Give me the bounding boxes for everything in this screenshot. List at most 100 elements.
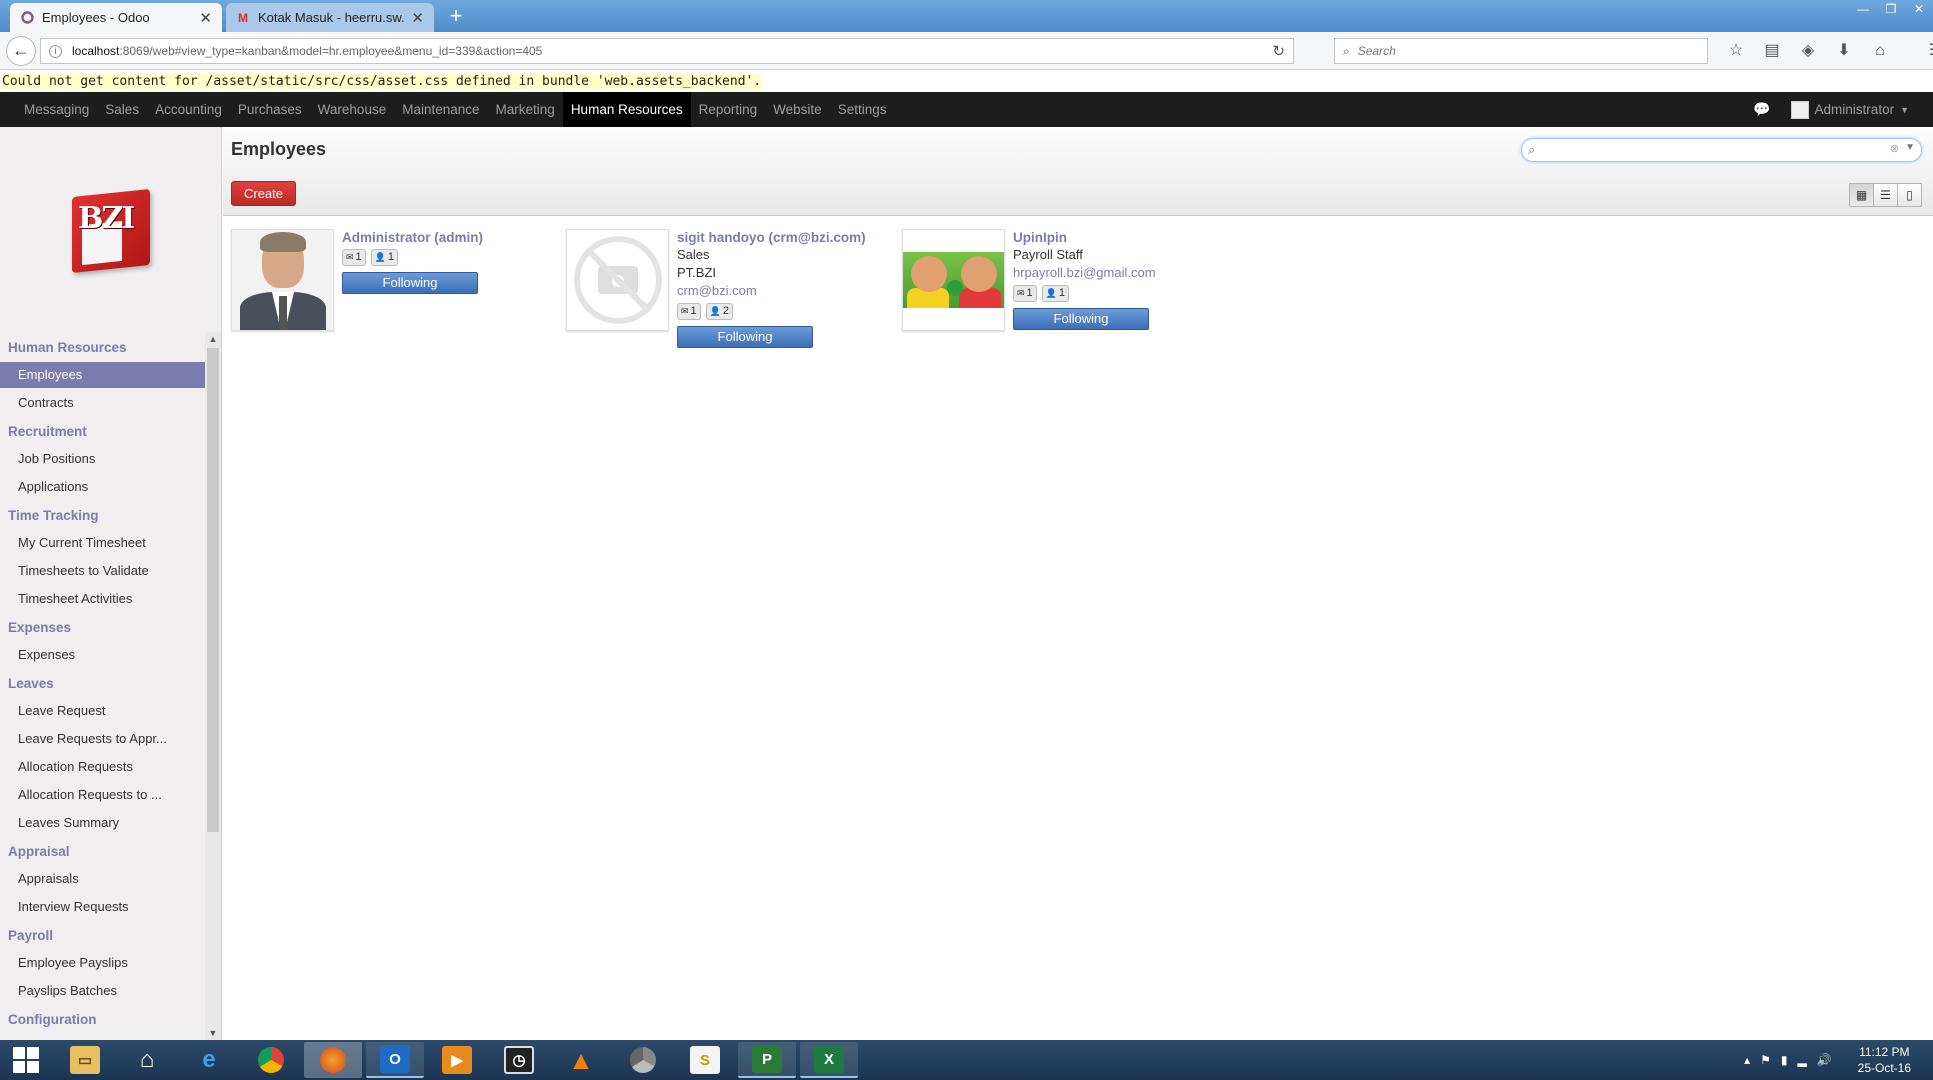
close-icon[interactable]: ✕	[199, 9, 212, 27]
close-icon[interactable]: ✕	[411, 9, 424, 27]
windows-start-button[interactable]	[6, 1046, 46, 1074]
logo-text: BZI	[78, 201, 135, 236]
sidebar-item-allocation-requests-to-approve[interactable]: Allocation Requests to ...	[0, 782, 205, 808]
employee-email[interactable]: crm@bzi.com	[677, 282, 892, 300]
search-box[interactable]: ⌕ ⊗ ▼	[1521, 138, 1922, 162]
menu-human-resources[interactable]: Human Resources	[562, 92, 691, 127]
menu-sales[interactable]: Sales	[97, 92, 147, 127]
sidebar-scrollbar[interactable]: ▲ ▼	[205, 332, 221, 1040]
excel-icon[interactable]: X	[800, 1042, 858, 1078]
employee-name[interactable]: Administrator (admin)	[342, 229, 557, 246]
employee-photo[interactable]	[902, 229, 1005, 331]
sidebar-item-contracts[interactable]: Contracts	[0, 390, 205, 416]
list-view-icon[interactable]: ☰	[1873, 183, 1898, 207]
tab-employees-odoo[interactable]: Employees - Odoo ✕	[10, 3, 222, 32]
employee-card[interactable]: Administrator (admin) ✉ 1 👤 1 Following	[223, 227, 559, 357]
sidebar-item-timesheets-to-validate[interactable]: Timesheets to Validate	[0, 558, 205, 584]
menu-accounting[interactable]: Accounting	[147, 92, 230, 127]
employee-email[interactable]: hrpayroll.bzi@gmail.com	[1013, 264, 1228, 282]
bookmark-star-icon[interactable]: ☆	[1718, 38, 1754, 64]
search-options-dropdown-icon[interactable]: ▼	[1905, 142, 1915, 153]
browser-search-field[interactable]: ⌕ Search	[1334, 38, 1708, 64]
employee-card[interactable]: sigit handoyo (crm@bzi.com) Sales PT.BZI…	[558, 227, 894, 357]
kanban-view-icon[interactable]: ▦	[1849, 183, 1874, 207]
menu-maintenance[interactable]: Maintenance	[394, 92, 487, 127]
menu-warehouse[interactable]: Warehouse	[310, 92, 395, 127]
menu-website[interactable]: Website	[765, 92, 830, 127]
project-icon[interactable]: P	[738, 1042, 796, 1078]
employee-photo[interactable]	[566, 229, 669, 331]
sidebar-item-my-current-timesheet[interactable]: My Current Timesheet	[0, 530, 205, 556]
sidebar-item-leave-request[interactable]: Leave Request	[0, 698, 205, 724]
employee-info: Administrator (admin) ✉ 1 👤 1 Following	[342, 229, 557, 294]
reload-icon[interactable]: ↻	[1272, 42, 1285, 60]
menu-messaging[interactable]: Messaging	[16, 92, 97, 127]
address-bar[interactable]: i localhost:8069/web#view_type=kanban&mo…	[40, 38, 1294, 64]
back-button[interactable]: ←	[6, 36, 36, 66]
pocket-icon[interactable]: ◈	[1790, 38, 1826, 64]
new-tab-button[interactable]: +	[444, 4, 468, 28]
sidebar-item-interview-requests[interactable]: Interview Requests	[0, 894, 205, 920]
employee-name[interactable]: sigit handoyo (crm@bzi.com)	[677, 229, 892, 246]
sidebar-item-timesheet-activities[interactable]: Timesheet Activities	[0, 586, 205, 612]
user-icon: 👤	[1045, 288, 1057, 298]
hamburger-menu-icon[interactable]: ☰	[1918, 38, 1933, 64]
scrollbar-thumb[interactable]	[207, 348, 219, 832]
employee-photo[interactable]	[231, 229, 334, 331]
download-icon[interactable]: ⬇	[1826, 38, 1862, 64]
sidebar-item-leaves-summary[interactable]: Leaves Summary	[0, 810, 205, 836]
menu-purchases[interactable]: Purchases	[230, 92, 310, 127]
sidebar-item-applications[interactable]: Applications	[0, 474, 205, 500]
sublime-icon[interactable]: S	[676, 1042, 734, 1078]
comments-icon: ✉	[681, 306, 689, 316]
internet-explorer-icon[interactable]: e	[180, 1042, 238, 1078]
scroll-up-icon[interactable]: ▲	[205, 332, 221, 346]
sidebar-item-employee-payslips[interactable]: Employee Payslips	[0, 950, 205, 976]
sidebar-item-leave-requests-to-approve[interactable]: Leave Requests to Appr...	[0, 726, 205, 752]
system-clock[interactable]: 11:12 PM 25-Oct-16	[1858, 1044, 1911, 1076]
company-logo: BZI	[68, 187, 154, 274]
employee-name[interactable]: UpinIpin	[1013, 229, 1228, 246]
menu-settings[interactable]: Settings	[830, 92, 895, 127]
tray-icons[interactable]: ▴⚑▮▂🔊	[1744, 1053, 1842, 1067]
media-player-icon[interactable]: ▶	[428, 1042, 486, 1078]
form-view-icon[interactable]: ▯	[1897, 183, 1922, 207]
file-explorer-icon[interactable]: ▭	[56, 1042, 114, 1078]
kid-head-left	[911, 256, 947, 292]
following-button[interactable]: Following	[1013, 308, 1149, 330]
tab-kotak-masuk[interactable]: M Kotak Masuk - heerru.sw... ✕	[226, 3, 434, 32]
scroll-down-icon[interactable]: ▼	[205, 1026, 221, 1040]
menu-marketing[interactable]: Marketing	[488, 92, 563, 127]
search-input[interactable]	[1544, 142, 1884, 158]
caret-down-icon[interactable]: ▼	[1900, 105, 1909, 115]
home-icon[interactable]: ⌂	[118, 1042, 176, 1078]
minimize-icon[interactable]: —	[1849, 0, 1877, 20]
user-menu[interactable]: Administrator	[1815, 102, 1895, 117]
following-button[interactable]: Following	[677, 326, 813, 348]
home-icon[interactable]: ⌂	[1862, 38, 1898, 64]
create-button[interactable]: Create	[231, 181, 296, 206]
clear-search-icon[interactable]: ⊗	[1890, 142, 1899, 155]
sidebar-item-job-positions[interactable]: Job Positions	[0, 446, 205, 472]
chat-icon[interactable]: 💬	[1753, 101, 1770, 118]
sidebar-item-employees[interactable]: Employees	[0, 362, 205, 388]
following-button[interactable]: Following	[342, 272, 478, 294]
close-window-icon[interactable]: ✕	[1905, 0, 1933, 20]
sidebar-item-expenses[interactable]: Expenses	[0, 642, 205, 668]
sidebar-item-payslips-batches[interactable]: Payslips Batches	[0, 978, 205, 1004]
menu-reporting[interactable]: Reporting	[691, 92, 766, 127]
vlc-icon[interactable]: ▲	[552, 1042, 610, 1078]
view-switcher: ▦ ☰ ▯	[1849, 183, 1922, 207]
sidebar-item-appraisals[interactable]: Appraisals	[0, 866, 205, 892]
employee-card[interactable]: UpinIpin Payroll Staff hrpayroll.bzi@gma…	[894, 227, 1230, 357]
restore-icon[interactable]: ❐	[1877, 0, 1905, 20]
outlook-icon[interactable]: O	[366, 1042, 424, 1078]
firefox-icon[interactable]	[304, 1042, 362, 1078]
info-icon[interactable]: i	[49, 44, 62, 58]
reading-list-icon[interactable]: ▤	[1754, 38, 1790, 64]
chrome-icon[interactable]	[242, 1042, 300, 1078]
chromium-icon[interactable]	[614, 1042, 672, 1078]
stopwatch-icon[interactable]: ◷	[490, 1042, 548, 1078]
page-title: Employees	[231, 139, 327, 159]
sidebar-item-allocation-requests[interactable]: Allocation Requests	[0, 754, 205, 780]
